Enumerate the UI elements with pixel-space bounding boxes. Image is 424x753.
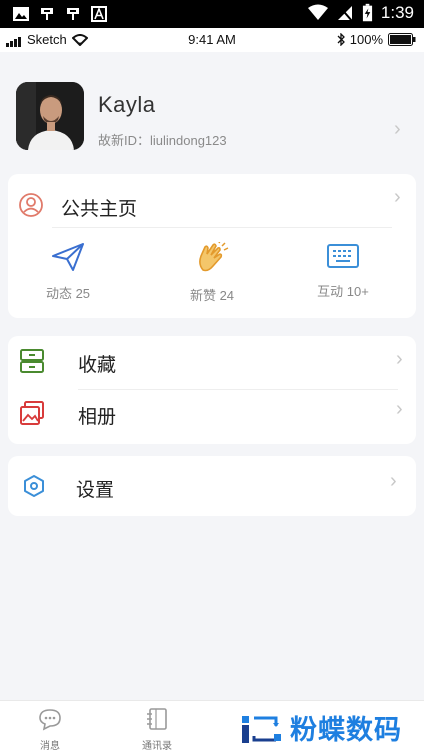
clapping-hands-icon (199, 240, 229, 272)
font-a-icon (91, 6, 107, 22)
profile-header[interactable]: Kayla 故新ID：liulindong123 › (0, 52, 424, 170)
stat-label: 新赞 24 (189, 288, 235, 303)
public-page-card: 公共主页 › 动态 25 新赞 24 互动 10+ (8, 174, 416, 318)
wifi-icon (307, 4, 328, 20)
stat-interactions[interactable]: 互动 10+ (283, 242, 403, 300)
system-status-bar: 1:39 (0, 0, 424, 28)
collections-card: 收藏 › 相册 › (8, 336, 416, 444)
chevron-right-icon: › (394, 118, 401, 140)
album-label: 相册 (78, 407, 117, 428)
user-id: 故新ID：liulindong123 (98, 133, 227, 148)
image-icon (13, 7, 29, 21)
chevron-right-icon: › (394, 186, 401, 208)
tab-label: 通讯录 (142, 741, 172, 752)
battery-icon (388, 33, 416, 46)
drawer-icon (20, 349, 44, 373)
address-book-icon (147, 708, 167, 730)
settings-card[interactable]: 设置 › (8, 456, 416, 516)
tab-messages[interactable]: 消息 (15, 707, 85, 752)
user-name: Kayla (98, 92, 156, 117)
menu-item-album[interactable]: 相册 › (8, 390, 416, 442)
battery-percent: 100% (349, 32, 383, 47)
no-signal-icon (337, 5, 353, 22)
stat-label: 互动 10+ (317, 284, 369, 299)
tab-contacts[interactable]: 通讯录 (122, 707, 192, 752)
user-circle-icon (19, 193, 43, 217)
ios-status-bar: Sketch 9:41 AM 100% (0, 28, 424, 52)
avatar[interactable] (16, 82, 84, 150)
avatar-image (16, 82, 84, 150)
settings-label: 设置 (76, 480, 115, 501)
chevron-right-icon: › (396, 398, 403, 420)
favorites-label: 收藏 (78, 355, 117, 376)
watermark-text: 粉蝶数码 (290, 715, 402, 745)
public-page-label[interactable]: 公共主页 (61, 194, 137, 221)
keyboard-icon (327, 244, 359, 268)
battery-charging-icon (362, 3, 372, 22)
divider (52, 227, 392, 228)
watermark-logo: 粉蝶数码 (240, 708, 402, 747)
chevron-right-icon: › (396, 348, 403, 370)
chevron-right-icon: › (390, 470, 397, 492)
stat-likes[interactable]: 新赞 24 (152, 240, 272, 304)
app-notification-icon-2 (67, 8, 79, 20)
app-notification-icon (41, 8, 53, 20)
system-time: 1:39 (380, 3, 414, 22)
tab-label: 消息 (40, 741, 60, 752)
settings-hexagon-icon (24, 475, 44, 497)
bluetooth-icon (337, 33, 345, 46)
stat-posts[interactable]: 动态 25 (8, 242, 128, 302)
chat-bubble-icon (39, 709, 61, 731)
paper-plane-icon (52, 243, 84, 271)
menu-item-favorites[interactable]: 收藏 › (8, 336, 416, 388)
photo-album-icon (20, 401, 44, 425)
stat-label: 动态 25 (45, 286, 91, 301)
watermark-logo-icon (242, 715, 281, 743)
